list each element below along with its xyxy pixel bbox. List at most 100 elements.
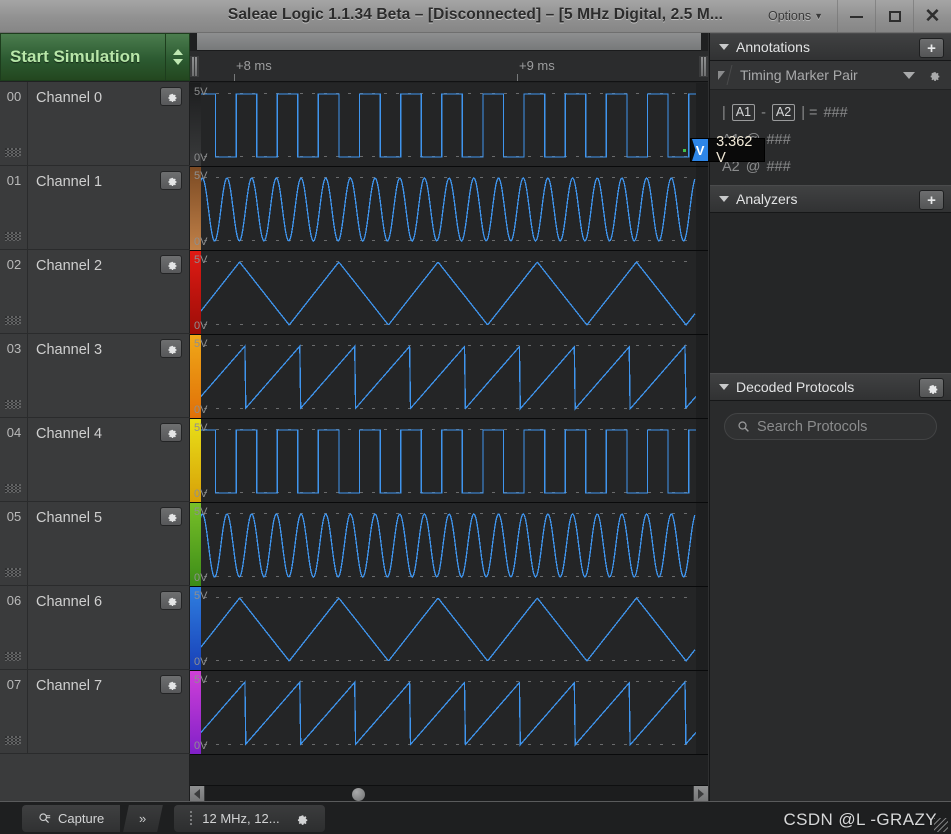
decoded-protocols-settings-button[interactable] — [919, 378, 944, 398]
channel-row[interactable]: 04 Channel 4 — [0, 418, 190, 502]
channel-index: 05 — [6, 509, 22, 524]
channel-row[interactable]: 05 Channel 5 — [0, 502, 190, 586]
waveform-row[interactable]: 5V 0V — [190, 419, 708, 503]
options-label: Options — [767, 9, 812, 23]
row-right-gutter — [696, 671, 708, 754]
channel-settings-button[interactable] — [160, 675, 182, 694]
waveform-row[interactable]: 5V 0V — [190, 335, 708, 419]
measure-point-marker — [683, 149, 686, 152]
close-icon: ✕ — [924, 6, 941, 27]
channel-index-column: 01 — [0, 166, 28, 249]
waveform-row[interactable]: 5V 0V — [190, 503, 708, 587]
resize-grip[interactable] — [934, 818, 948, 832]
marker-flag-icon — [718, 70, 725, 80]
analyzers-header[interactable]: Analyzers + — [710, 185, 951, 213]
channel-row[interactable]: 01 Channel 1 — [0, 166, 190, 250]
channel-row[interactable]: 00 Channel 0 — [0, 82, 190, 166]
collapse-caret-icon[interactable] — [719, 196, 729, 202]
channel-index-column: 07 — [0, 670, 28, 753]
channel-drag-handle[interactable] — [5, 232, 21, 241]
waveform-row[interactable]: 5V 0V — [190, 671, 708, 755]
waveform-scrollbar[interactable] — [190, 785, 708, 802]
channel-settings-button[interactable] — [160, 171, 182, 190]
waveform-trace — [190, 513, 696, 578]
channel-drag-handle[interactable] — [5, 484, 21, 493]
channel-main: Channel 1 — [28, 166, 190, 249]
start-simulation-button[interactable]: Start Simulation — [0, 33, 166, 81]
channel-row[interactable]: 07 Channel 7 — [0, 670, 190, 754]
capture-tab[interactable]: Capture — [22, 804, 121, 832]
channel-index-column: 03 — [0, 334, 28, 417]
waveform-row[interactable]: 5V 0V — [190, 587, 708, 671]
decoded-protocols-body: Search Protocols — [710, 401, 951, 645]
channel-settings-button[interactable] — [160, 423, 182, 442]
add-annotation-button[interactable]: + — [919, 38, 944, 58]
channel-settings-button[interactable] — [160, 507, 182, 526]
waveform-trace — [190, 429, 696, 494]
gear-icon — [167, 345, 177, 355]
channel-drag-handle[interactable] — [5, 316, 21, 325]
chevron-up-icon — [172, 49, 183, 55]
collapse-caret-icon[interactable] — [719, 384, 729, 390]
waveform-row[interactable]: 5V 0V — [190, 83, 708, 167]
channel-main: Channel 0 — [28, 82, 190, 165]
simulation-row: Start Simulation — [0, 33, 190, 82]
channel-index: 04 — [6, 425, 22, 440]
channels-pane: Start Simulation 00 Channel 0 01 Channel 10… — [0, 33, 190, 801]
waveform-trace — [190, 680, 697, 747]
annotation-dropdown-icon[interactable] — [903, 71, 915, 79]
channel-settings-button[interactable] — [160, 87, 182, 106]
voltage-badge-icon: V — [692, 139, 709, 161]
maximize-button[interactable] — [875, 0, 913, 33]
device-settings-icon[interactable] — [294, 811, 309, 826]
expand-captures-button[interactable]: » — [123, 804, 164, 832]
simulation-stepper[interactable] — [166, 33, 190, 81]
ruler-handle-right[interactable] — [699, 56, 708, 77]
time-label: +8 ms — [236, 58, 272, 73]
annotation-item[interactable]: Timing Marker Pair — [710, 61, 951, 90]
scroll-right-button[interactable] — [693, 785, 708, 802]
channel-row[interactable]: 02 Channel 2 — [0, 250, 190, 334]
maximize-icon — [888, 11, 901, 22]
options-menu-button[interactable]: Options ▼ — [768, 9, 823, 23]
scrollbar-track[interactable] — [205, 786, 693, 802]
channel-settings-button[interactable] — [160, 591, 182, 610]
decoded-protocols-header[interactable]: Decoded Protocols — [710, 373, 951, 401]
channel-settings-button[interactable] — [160, 339, 182, 358]
collapse-caret-icon[interactable] — [719, 44, 729, 50]
scroll-left-button[interactable] — [190, 785, 205, 802]
add-analyzer-button[interactable]: + — [919, 190, 944, 210]
channel-drag-handle[interactable] — [5, 568, 21, 577]
ruler-handle-left[interactable] — [190, 56, 199, 77]
channel-row[interactable]: 06 Channel 6 — [0, 586, 190, 670]
time-ruler[interactable]: +8 ms +9 ms — [190, 51, 708, 82]
voltage-tooltip: V 3.362 V — [690, 134, 766, 166]
device-settings-tab[interactable]: 12 MHz, 12... — [174, 804, 325, 832]
annotations-header[interactable]: Annotations + — [710, 33, 951, 61]
delta-post: | = — [801, 104, 818, 121]
top-strip — [190, 33, 708, 51]
channel-drag-handle[interactable] — [5, 148, 21, 157]
channel-drag-handle[interactable] — [5, 652, 21, 661]
channel-index: 02 — [6, 257, 22, 272]
channel-main: Channel 2 — [28, 250, 190, 333]
chevron-down-icon — [172, 59, 183, 65]
search-protocols-input[interactable]: Search Protocols — [724, 413, 937, 440]
channel-drag-handle[interactable] — [5, 400, 21, 409]
application-window: Saleae Logic 1.1.34 Beta – [Disconnected… — [0, 0, 951, 834]
waveform-row[interactable]: 5V 0V — [190, 167, 708, 251]
channel-settings-button[interactable] — [160, 255, 182, 274]
annotation-settings-icon[interactable] — [927, 68, 941, 82]
scrollbar-thumb[interactable] — [352, 788, 366, 801]
channel-name: Channel 5 — [36, 510, 103, 526]
minimize-button[interactable] — [837, 0, 875, 33]
watermark-text: CSDN @L -GRAZY — [783, 810, 937, 829]
marker-a2-key: A2 — [771, 104, 796, 121]
channel-drag-handle[interactable] — [5, 736, 21, 745]
gear-icon — [167, 513, 177, 523]
marker-a1-key: A1 — [731, 104, 756, 121]
channel-row[interactable]: 03 Channel 3 — [0, 334, 190, 418]
close-button[interactable]: ✕ — [913, 0, 951, 33]
channel-main: Channel 4 — [28, 418, 190, 501]
waveform-row[interactable]: 5V 0V — [190, 251, 708, 335]
